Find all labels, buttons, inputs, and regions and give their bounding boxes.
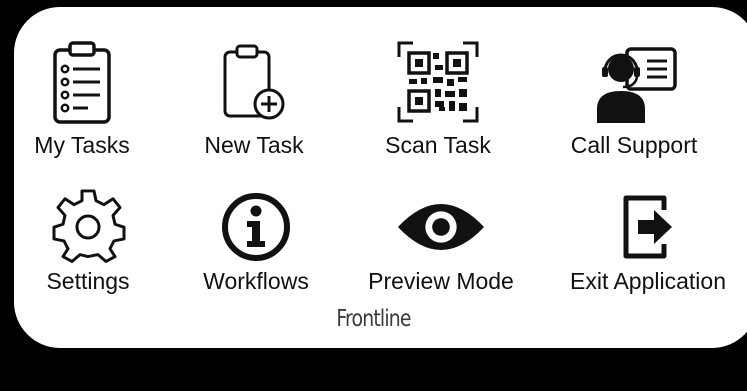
preview-mode-button[interactable]: Preview Mode: [351, 190, 531, 295]
new-task-label: New Task: [204, 132, 304, 158]
call-support-label: Call Support: [570, 132, 698, 158]
qr-scan-icon: [393, 36, 483, 128]
scan-task-button[interactable]: Scan Task: [348, 36, 528, 159]
call-support-button[interactable]: Call Support: [544, 36, 724, 159]
clipboard-add-icon: [209, 36, 299, 128]
support-agent-icon: [589, 36, 679, 128]
scan-task-label: Scan Task: [385, 132, 491, 158]
exit-application-button[interactable]: Exit Application: [558, 190, 738, 295]
preview-mode-label: Preview Mode: [368, 268, 514, 294]
settings-label: Settings: [46, 268, 130, 294]
new-task-button[interactable]: New Task: [164, 36, 344, 159]
brand-name: Frontline: [336, 306, 411, 332]
exit-application-label: Exit Application: [570, 268, 726, 294]
workflows-label: Workflows: [203, 268, 309, 294]
clipboard-list-icon: [37, 36, 127, 128]
exit-icon: [603, 190, 693, 264]
my-tasks-label: My Tasks: [34, 132, 130, 158]
eye-icon: [396, 190, 486, 264]
settings-button[interactable]: Settings: [0, 189, 178, 295]
info-icon: [211, 190, 301, 264]
gear-icon: [43, 189, 133, 264]
workflows-button[interactable]: Workflows: [166, 190, 346, 295]
my-tasks-button[interactable]: My Tasks: [0, 36, 172, 159]
